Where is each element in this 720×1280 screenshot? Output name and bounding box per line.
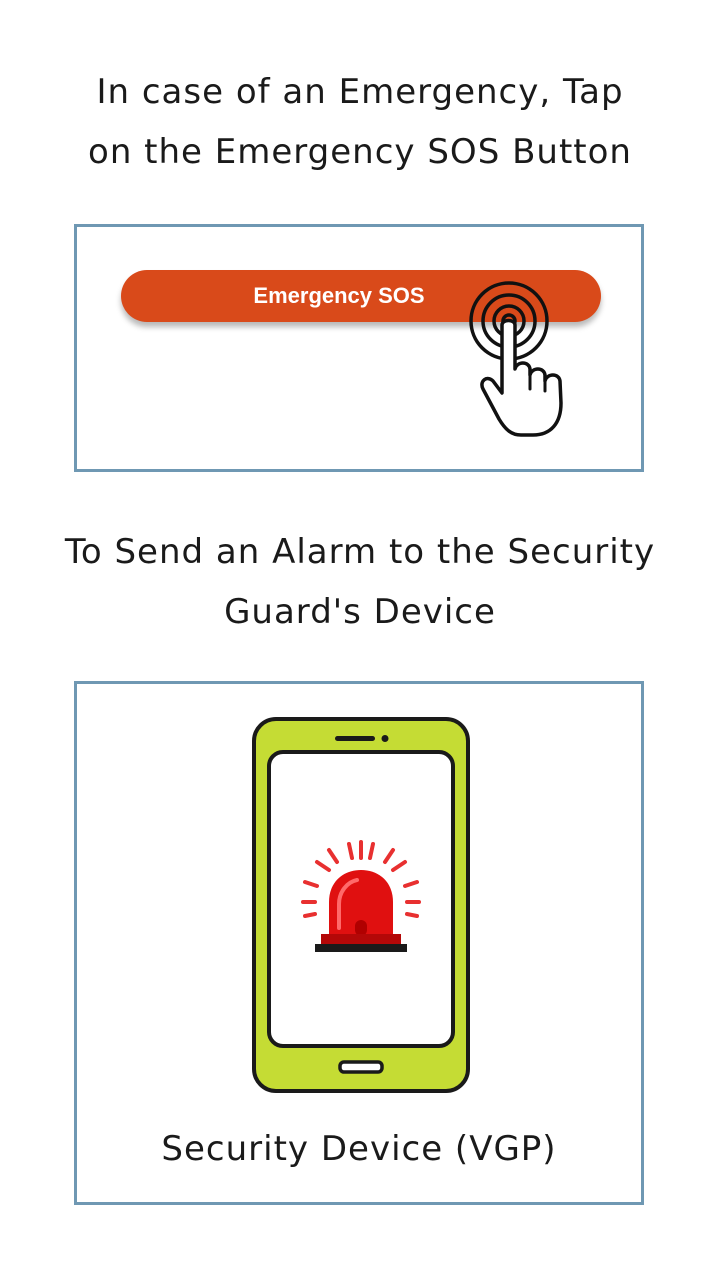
- step2-heading: To Send an Alarm to the Security Guard's…: [0, 522, 720, 642]
- step2-heading-line2: Guard's Device: [224, 592, 496, 632]
- security-device-frame: Security Device (VGP): [74, 681, 644, 1205]
- step1-heading: In case of an Emergency, Tap on the Emer…: [0, 62, 720, 182]
- step1-heading-line1: In case of an Emergency, Tap: [96, 72, 624, 112]
- tap-hand-icon: [469, 281, 563, 437]
- sos-illustration-frame: Emergency SOS: [74, 224, 644, 472]
- device-caption: Security Device (VGP): [161, 1129, 557, 1169]
- step2-heading-line1: To Send an Alarm to the Security: [64, 532, 656, 572]
- step1-heading-line2: on the Emergency SOS Button: [88, 132, 632, 172]
- emergency-sos-label: Emergency SOS: [253, 283, 425, 308]
- phone-icon: [252, 717, 470, 1093]
